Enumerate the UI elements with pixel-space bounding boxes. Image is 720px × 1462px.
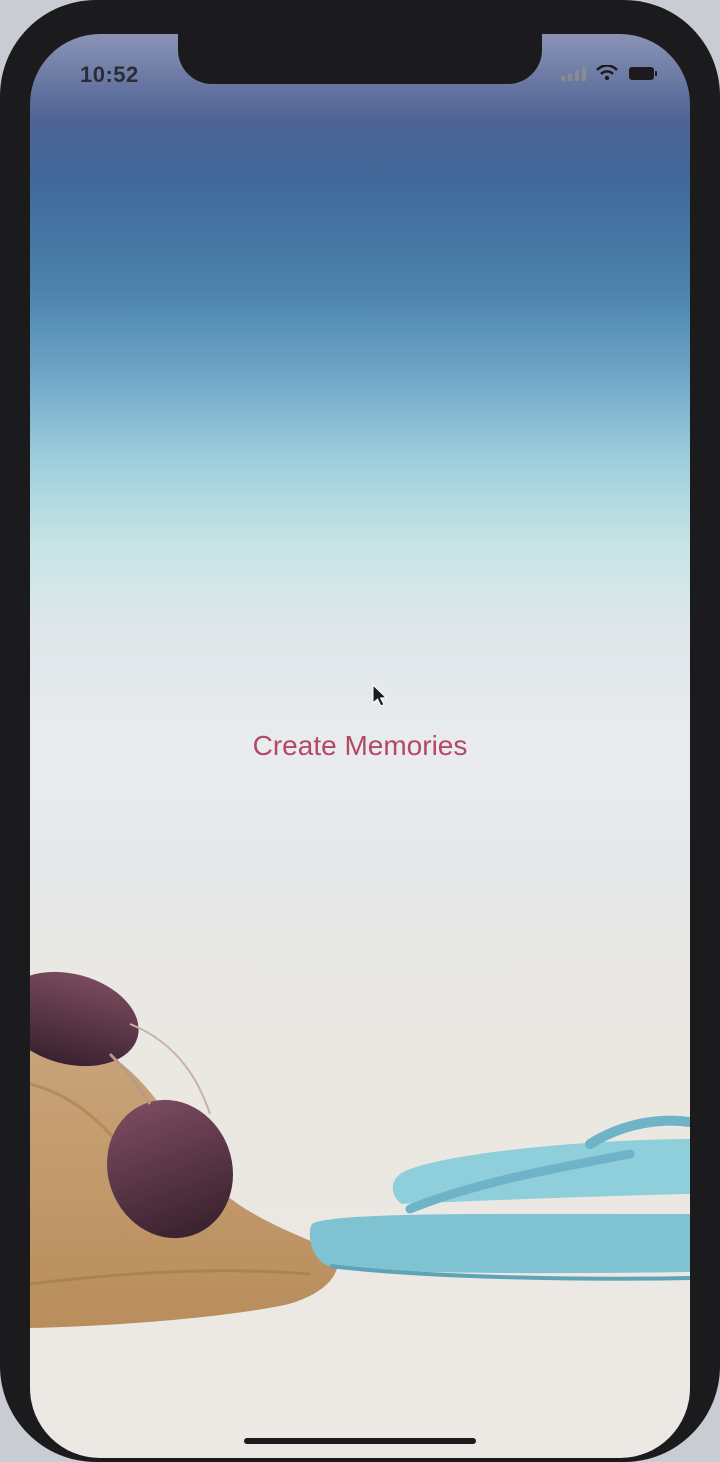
create-memories-button[interactable]: Create Memories bbox=[30, 730, 690, 762]
home-indicator[interactable] bbox=[244, 1438, 476, 1444]
signal-icon bbox=[561, 65, 586, 81]
device-notch bbox=[178, 34, 542, 84]
mouse-pointer-icon bbox=[372, 684, 388, 707]
wifi-icon bbox=[596, 65, 618, 81]
app-screen: 10:52 Create Memories bbox=[30, 34, 690, 1458]
status-bar-time: 10:52 bbox=[80, 62, 139, 87]
status-bar-icons bbox=[561, 65, 658, 81]
device-frame: 10:52 Create Memories bbox=[0, 0, 720, 1462]
battery-icon bbox=[629, 66, 657, 80]
